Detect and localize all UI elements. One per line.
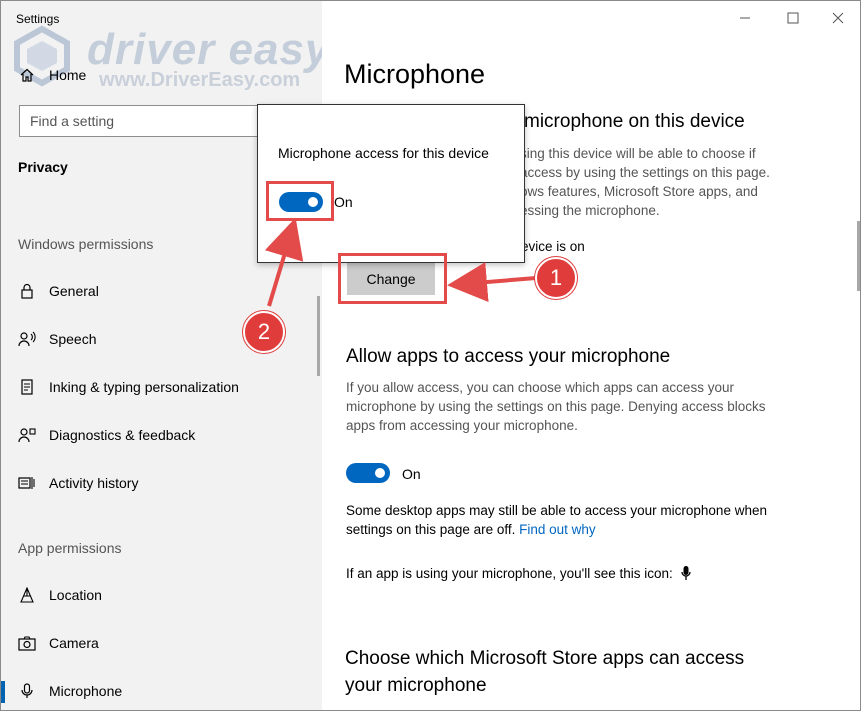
- sidebar-item-label: Inking & typing personalization: [49, 379, 239, 395]
- close-icon[interactable]: [832, 11, 844, 27]
- sidebar-item-label: Speech: [49, 331, 97, 347]
- selection-indicator: [1, 681, 5, 703]
- device-status-text: evice is on: [521, 239, 585, 254]
- content-scrollbar[interactable]: [857, 221, 860, 291]
- desktop-apps-note: Some desktop apps may still be able to a…: [346, 503, 767, 537]
- annotation-step-1-badge: 1: [535, 257, 577, 299]
- watermark-brand: driver easy: [87, 25, 331, 74]
- apps-section-heading: Allow apps to access your microphone: [346, 346, 671, 367]
- sidebar-item-activity-history[interactable]: Activity history: [18, 470, 138, 496]
- device-section-description: sing this device will be able to choose …: [520, 146, 770, 218]
- sidebar-item-microphone[interactable]: Microphone: [18, 678, 122, 704]
- inking-icon: [18, 378, 36, 396]
- sidebar-item-home[interactable]: Home: [18, 63, 86, 87]
- annotation-box-toggle: [266, 181, 334, 221]
- page-title: Microphone: [344, 59, 486, 89]
- annotation-box-change: [338, 253, 447, 304]
- camera-icon: [18, 634, 36, 652]
- apps-section-description: If you allow access, you can choose whic…: [346, 380, 766, 433]
- location-icon: [18, 586, 36, 604]
- category-title: Privacy: [18, 159, 68, 175]
- popup-title: Microphone access for this device: [278, 145, 489, 161]
- sidebar-item-camera[interactable]: Camera: [18, 630, 99, 656]
- sidebar-item-label: Diagnostics & feedback: [49, 427, 196, 443]
- sidebar-item-speech[interactable]: Speech: [18, 326, 96, 352]
- annotation-step-2-badge: 2: [243, 311, 285, 353]
- sidebar-scrollbar[interactable]: [317, 296, 320, 376]
- lock-icon: [18, 282, 36, 300]
- settings-window: Settings driver easy www.DriverEasy.com …: [0, 0, 861, 711]
- speech-icon: [18, 330, 36, 348]
- apps-access-toggle[interactable]: [346, 463, 390, 483]
- sidebar-item-general[interactable]: General: [18, 278, 99, 304]
- device-access-toggle-state: On: [334, 194, 353, 210]
- windows-permissions-header: Windows permissions: [18, 236, 154, 252]
- app-permissions-header: App permissions: [18, 540, 122, 556]
- diagnostics-icon: [18, 426, 36, 444]
- sidebar-item-label: Activity history: [49, 475, 139, 491]
- sidebar-item-label: Camera: [49, 635, 99, 651]
- apps-access-toggle-state: On: [402, 466, 421, 482]
- microphone-icon: [681, 566, 691, 581]
- home-label: Home: [49, 67, 87, 83]
- store-section-heading: Choose which Microsoft Store apps can ac…: [345, 648, 745, 696]
- sidebar-item-label: Microphone: [49, 683, 123, 699]
- icon-note: If an app is using your microphone, you'…: [346, 564, 691, 583]
- sidebar-item-label: General: [49, 283, 99, 299]
- sidebar-item-location[interactable]: Location: [18, 582, 102, 608]
- device-section-heading: microphone on this device: [524, 111, 745, 132]
- minimize-icon[interactable]: [739, 11, 751, 27]
- maximize-icon[interactable]: [787, 11, 799, 27]
- sidebar-item-inking-typing[interactable]: Inking & typing personalization: [18, 374, 239, 400]
- watermark-url: www.DriverEasy.com: [99, 69, 301, 91]
- home-icon: [18, 66, 36, 84]
- activity-icon: [18, 474, 36, 492]
- microphone-icon: [18, 682, 36, 700]
- window-title: Settings: [16, 12, 60, 26]
- sidebar-item-label: Location: [49, 587, 102, 603]
- sidebar-item-diagnostics[interactable]: Diagnostics & feedback: [18, 422, 195, 448]
- find-out-why-link[interactable]: Find out why: [519, 522, 596, 537]
- search-input[interactable]: Find a setting: [19, 105, 284, 137]
